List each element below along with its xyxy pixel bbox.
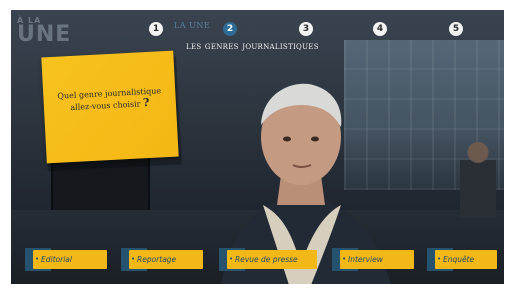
choice-label: Interview xyxy=(340,250,414,269)
choice-bar: Editorial Reportage Revue de presse Inte… xyxy=(11,238,504,284)
background-bystander xyxy=(460,138,496,218)
choice-label: Editorial xyxy=(33,250,107,269)
step-5[interactable]: 5 xyxy=(449,22,463,36)
step-3[interactable]: 3 xyxy=(299,22,313,36)
choice-label: Revue de presse xyxy=(227,250,317,269)
step-progress: 1 2 3 4 5 xyxy=(141,22,481,42)
logo-big-text: UNE xyxy=(17,22,72,47)
question-note: Quel genre journalistique allez-vous cho… xyxy=(41,50,179,164)
choice-editorial[interactable]: Editorial xyxy=(25,248,109,271)
choice-enquete[interactable]: Enquête xyxy=(427,248,497,271)
choice-label: Reportage xyxy=(129,250,203,269)
question-text: Quel genre journalistique allez-vous cho… xyxy=(55,85,164,114)
choice-interview[interactable]: Interview xyxy=(332,248,416,271)
choice-label: Enquête xyxy=(435,250,497,269)
app-logo: À LA UNE xyxy=(17,16,77,50)
question-line-2: allez-vous choisir xyxy=(70,99,141,113)
step-4[interactable]: 4 xyxy=(373,22,387,36)
choice-revue-de-presse[interactable]: Revue de presse xyxy=(219,248,319,271)
step-1[interactable]: 1 xyxy=(149,22,163,36)
step-2[interactable]: 2 xyxy=(223,22,237,36)
video-stage: À LA UNE LA UNE 1 2 3 4 5 les genres jou… xyxy=(11,10,504,284)
section-title: les genres journalistiques xyxy=(186,41,319,52)
choice-reportage[interactable]: Reportage xyxy=(121,248,205,271)
question-mark: ? xyxy=(142,95,150,110)
